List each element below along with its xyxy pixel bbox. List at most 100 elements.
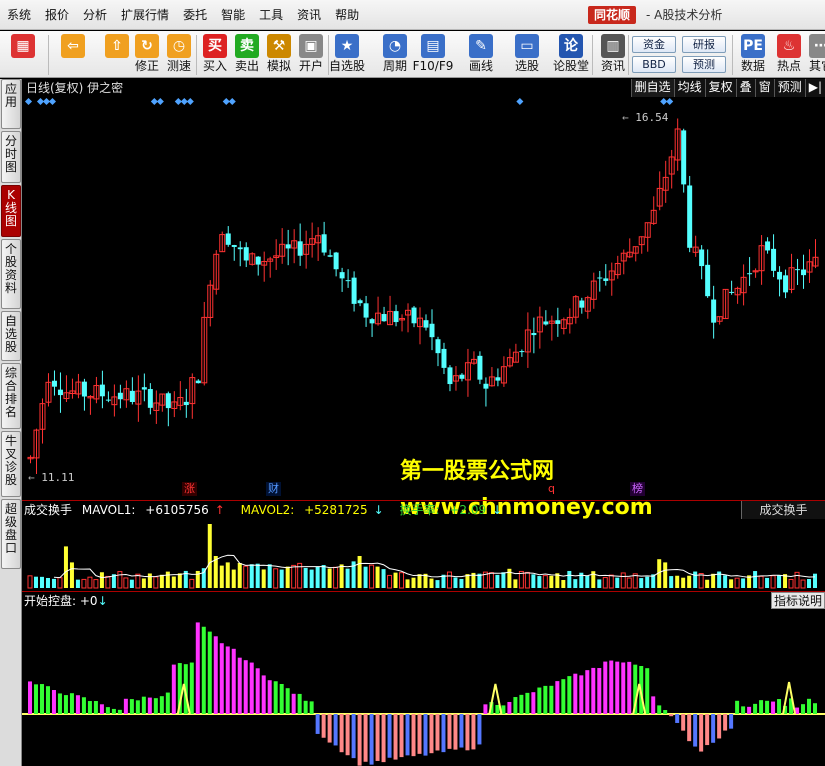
candle-body xyxy=(117,392,123,400)
indicator-bar xyxy=(759,700,764,714)
candle-body xyxy=(237,247,243,250)
toolbar-separator xyxy=(592,35,593,75)
menu-item[interactable]: 报价 xyxy=(38,0,76,30)
turnover-readout: 换手率: +2.09 ↓ xyxy=(399,503,503,517)
event-marker-0[interactable]: 涨 xyxy=(182,482,197,496)
toolbar-period-button[interactable]: ◔ 周期 xyxy=(380,33,410,77)
indicator-bar xyxy=(171,664,176,714)
left-tab-1[interactable]: 分时图 xyxy=(1,131,21,183)
left-tab-5[interactable]: 综合排名 xyxy=(1,363,21,429)
chart-tab-2[interactable]: 复权 xyxy=(704,79,736,97)
menu-item[interactable]: 系统 xyxy=(0,0,38,30)
volume-bar xyxy=(153,576,159,589)
volume-bar xyxy=(639,578,644,588)
left-tab-2[interactable]: K线图 xyxy=(1,185,21,237)
research-button[interactable]: 研报 xyxy=(682,36,726,53)
chart-tab-1[interactable]: 均线 xyxy=(673,79,705,97)
chart-tab-3[interactable]: 叠 xyxy=(735,79,755,97)
menu-item[interactable]: 智能 xyxy=(214,0,252,30)
indicator-bar xyxy=(399,714,404,758)
volume-bars[interactable] xyxy=(22,518,825,590)
volume-bar xyxy=(315,566,320,588)
candle-body xyxy=(297,241,303,256)
left-tab-7[interactable]: 超级盘口 xyxy=(1,499,21,569)
indicator-bar xyxy=(513,697,518,714)
volume-bar xyxy=(459,578,464,588)
control-indicator-bars[interactable] xyxy=(22,609,825,766)
indicator-bar xyxy=(519,694,524,714)
indicator-bar xyxy=(93,701,98,714)
menu-item[interactable]: 分析 xyxy=(76,0,114,30)
left-tab-6[interactable]: 牛叉诊股 xyxy=(1,431,21,497)
candle-body xyxy=(243,247,249,261)
chart-tab-4[interactable]: 窗 xyxy=(754,79,774,97)
volume-bar xyxy=(794,571,800,589)
mavol1-readout: MAVOL1: +6105756 ↑ xyxy=(81,503,225,517)
toolbar-forum-button[interactable]: 论论股堂 xyxy=(553,33,589,77)
volume-bar xyxy=(453,577,458,588)
menu-item[interactable]: 扩展行情 xyxy=(114,0,176,30)
hammer-icon: ⚒ xyxy=(267,34,291,58)
kline-chart-area[interactable]: 日线(复权) 伊之密 删自选 均线 复权叠窗预测 ▶| ← 16.54 ← 11.11… xyxy=(22,79,825,766)
indicator-description-button[interactable]: 指标说明 xyxy=(771,592,825,609)
volume-bar xyxy=(645,576,650,588)
volume-indicator-name: 成交换手 xyxy=(24,503,73,517)
toolbar-label: 选股 xyxy=(514,59,539,73)
chart-tab-5[interactable]: 预测 xyxy=(773,79,805,97)
volume-bar xyxy=(207,524,212,588)
event-marker-3[interactable]: 榜 xyxy=(630,482,645,496)
price-candles[interactable] xyxy=(22,97,825,500)
indicator-bar xyxy=(309,701,314,714)
indicator-bar xyxy=(507,701,512,714)
forum-icon: 论 xyxy=(559,34,583,58)
toolbar-draw-button[interactable]: ✎ 画线 xyxy=(466,33,496,77)
indicator-direction: ↓ xyxy=(97,594,108,608)
menu-item[interactable]: 委托 xyxy=(176,0,214,30)
volume-bar xyxy=(542,575,548,589)
volume-indicator-select[interactable]: 成交换手 xyxy=(741,501,825,519)
candle-body xyxy=(801,269,807,276)
indicator-bar xyxy=(591,667,596,714)
candle-body xyxy=(729,291,735,293)
volume-bar xyxy=(549,575,554,588)
toolbar-other-button[interactable]: ⋯其它 xyxy=(806,33,825,77)
forecast-button[interactable]: 预测 xyxy=(682,56,726,73)
toolbar-news-button[interactable]: ▥ 资讯 xyxy=(598,33,628,77)
indicator-bar xyxy=(693,714,698,747)
menu-item[interactable]: 帮助 xyxy=(328,0,366,30)
indicator-bar xyxy=(357,714,362,766)
volume-bar xyxy=(518,570,524,589)
candle-body xyxy=(363,303,369,318)
bbd-button[interactable]: BBD xyxy=(632,56,676,73)
volume-bar xyxy=(189,578,195,589)
toolbar-open-button[interactable]: ▣ 开户 xyxy=(296,33,326,77)
left-tab-0[interactable]: 应用 xyxy=(1,79,21,129)
toolbar-pick-button[interactable]: ▭ 选股 xyxy=(512,33,542,77)
chart-tab-6[interactable]: ▶| xyxy=(804,79,825,97)
toolbar-watch-button[interactable]: ★ 自选股 xyxy=(329,33,365,77)
left-tab-3[interactable]: 个股资料 xyxy=(1,239,21,309)
fire-icon: ♨ xyxy=(777,34,801,58)
event-marker-1[interactable]: 财 xyxy=(266,482,281,496)
indicator-bar xyxy=(117,709,122,714)
toolbar-test-button[interactable]: ◷ 测速 xyxy=(164,33,194,77)
left-tab-4[interactable]: 自选股 xyxy=(1,311,21,361)
candle-body xyxy=(579,300,585,308)
volume-bar xyxy=(303,567,308,588)
left-tab-strip: 应用 分时图 K线图 个股资料 自选股 综合排名 牛叉诊股 超级盘口 xyxy=(0,79,22,766)
volume-bar xyxy=(225,562,230,588)
menu-item[interactable]: 工具 xyxy=(252,0,290,30)
toolbar-label: 自选股 xyxy=(328,59,365,73)
menu-item[interactable]: 资讯 xyxy=(290,0,328,30)
chart-tab-0[interactable]: 删自选 xyxy=(630,79,674,97)
toolbar-data-button[interactable]: PE 数据 xyxy=(738,33,768,77)
toolbar-color-blocks-button[interactable]: ▦ xyxy=(8,33,38,77)
toolbar-separator xyxy=(196,35,197,75)
more-icon: ⋯ xyxy=(809,34,825,58)
volume-bar xyxy=(285,566,290,588)
fund-button[interactable]: 资金 xyxy=(632,36,676,53)
arrow-left-icon: ⇦ xyxy=(61,34,85,58)
toolbar-back-button[interactable]: ⇦ xyxy=(58,33,88,77)
indicator-bar xyxy=(723,714,728,731)
toolbar-f10-button[interactable]: ▤ F10/F9 xyxy=(413,33,453,77)
